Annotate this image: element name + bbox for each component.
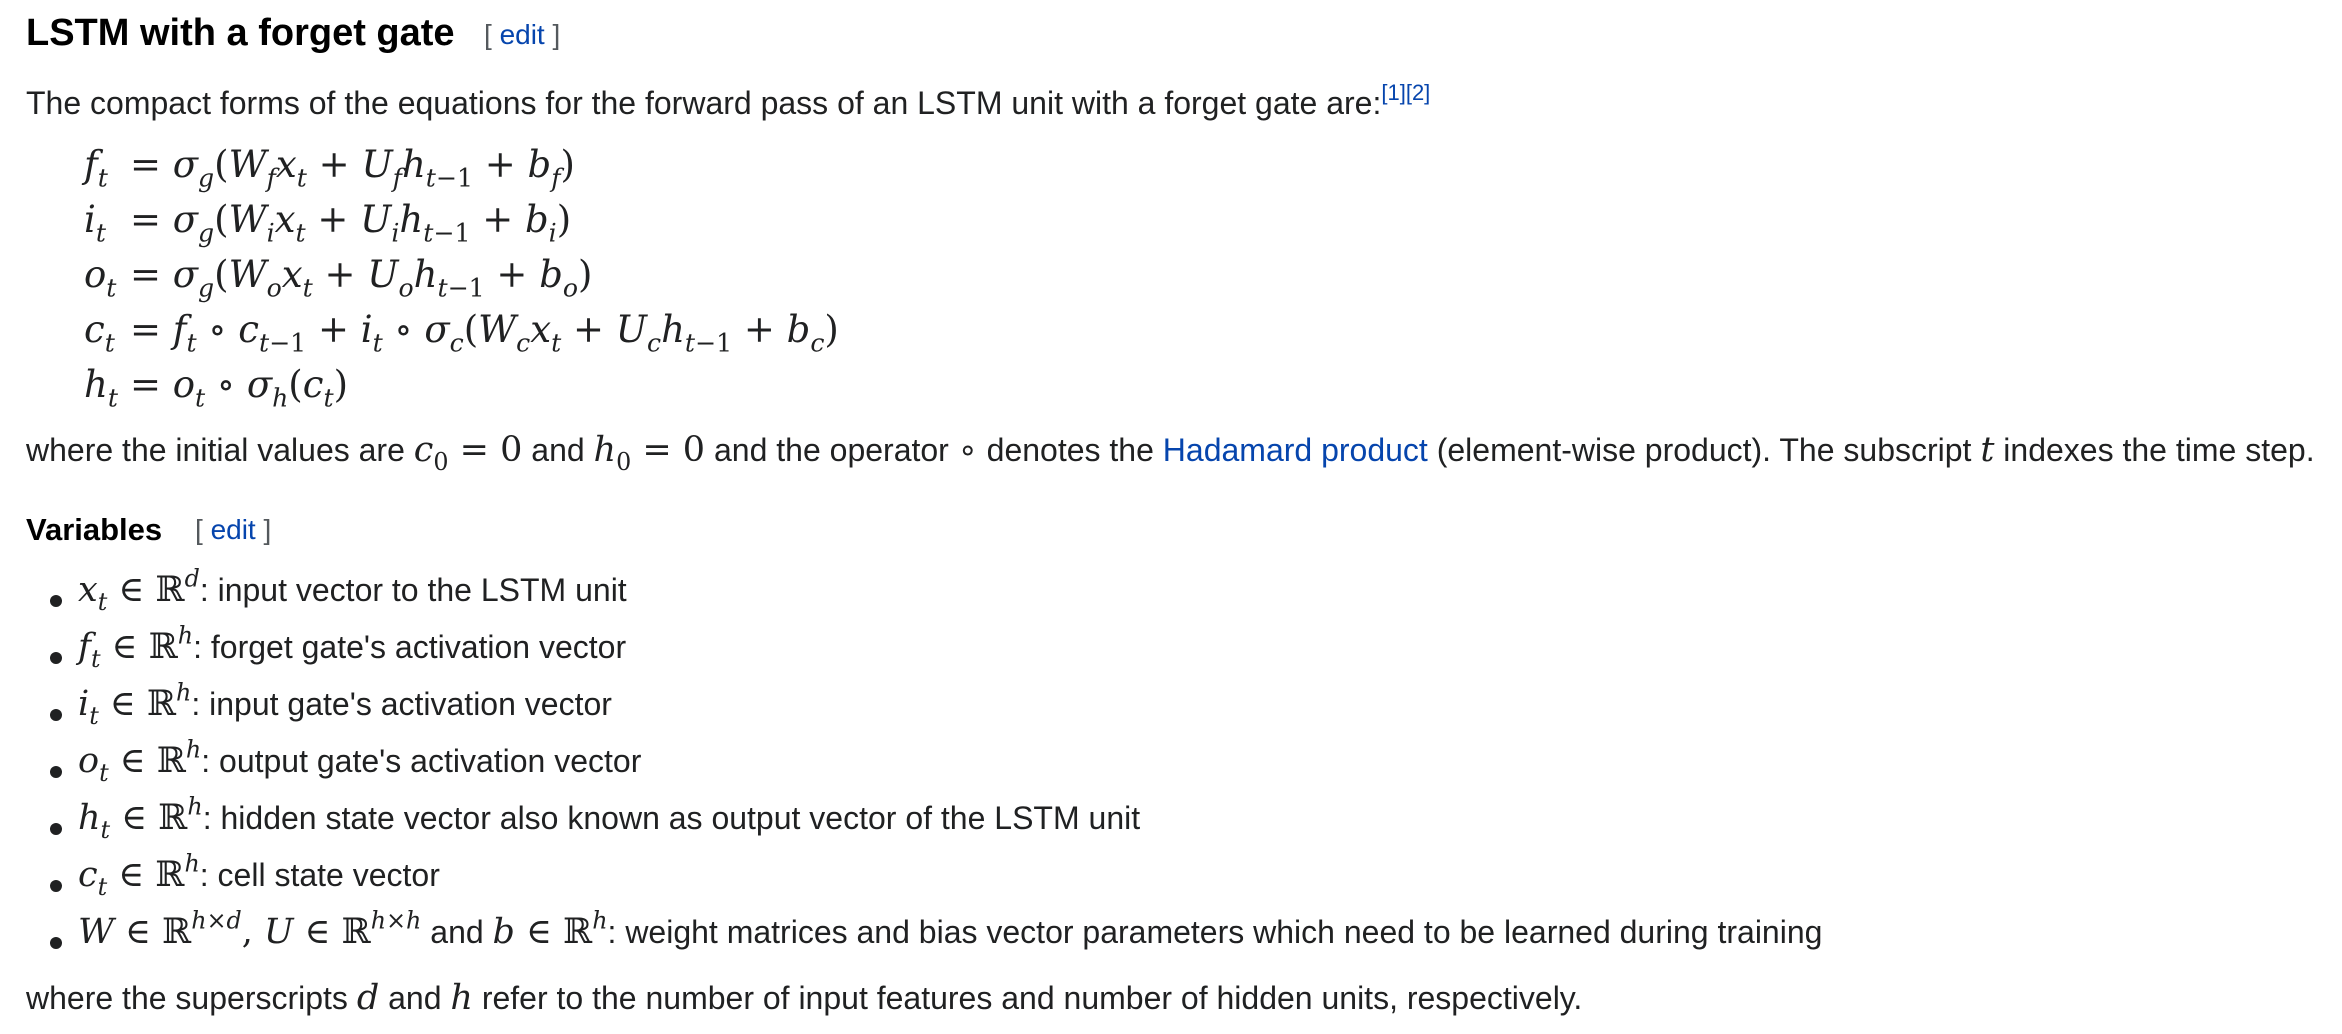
list-item-xt: xt ∈ ℝd: input vector to the LSTM unit xyxy=(78,564,627,617)
section-edit: [ edit ] xyxy=(484,19,561,50)
list-bullet xyxy=(50,880,62,892)
list-bullet xyxy=(50,652,62,664)
list-item-ct: ct ∈ ℝh: cell state vector xyxy=(78,849,440,902)
initial-values-paragraph: where the initial values are c0 = 0 and … xyxy=(26,430,2315,477)
list-bullet xyxy=(50,937,62,949)
operator-text: and the operator ∘ denotes the xyxy=(713,432,1154,468)
section-title: LSTM with a forget gate xyxy=(26,12,455,54)
reference-link-1[interactable]: [1] xyxy=(1381,80,1405,105)
time-step-text: indexes the time step. xyxy=(2003,432,2315,468)
variables-edit-link[interactable]: edit xyxy=(211,514,256,545)
variables-title: Variables xyxy=(26,512,163,547)
edit-link[interactable]: edit xyxy=(500,19,545,50)
list-bullet xyxy=(50,766,62,778)
reference-link-2[interactable]: [2] xyxy=(1406,80,1430,105)
list-item-ot: ot ∈ ℝh: output gate's activation vector xyxy=(78,735,642,788)
hadamard-product-link[interactable]: Hadamard product xyxy=(1163,432,1428,468)
list-item-it: it ∈ ℝh: input gate's activation vector xyxy=(78,678,612,731)
initial-values-text: where the initial values are xyxy=(26,432,405,468)
superscripts-paragraph: where the superscripts d and h refer to … xyxy=(26,978,1583,1018)
list-item-weights: W ∈ ℝh×d, U ∈ ℝh×h and b ∈ ℝh: weight ma… xyxy=(78,906,1823,952)
variables-edit: [ edit ] xyxy=(195,514,272,545)
list-item-ht: ht ∈ ℝh: hidden state vector also known … xyxy=(78,792,1141,845)
intro-text: The compact forms of the equations for t… xyxy=(26,85,1382,121)
section-heading: LSTM with a forget gate xyxy=(26,12,455,55)
and-text-1: and xyxy=(531,432,585,468)
variables-heading: Variables xyxy=(26,512,162,548)
intro-paragraph: The compact forms of the equations for t… xyxy=(26,82,1430,122)
superscripts-text: where the superscripts xyxy=(26,980,348,1016)
article-page: LSTM with a forget gate [ edit ] The com… xyxy=(26,12,2315,1018)
list-bullet xyxy=(50,823,62,835)
list-item-ft: ft ∈ ℝh: forget gate's activation vector xyxy=(78,621,627,674)
list-bullet xyxy=(50,709,62,721)
subscript-text: (element-wise product). The subscript xyxy=(1436,432,1972,468)
list-bullet xyxy=(50,595,62,607)
